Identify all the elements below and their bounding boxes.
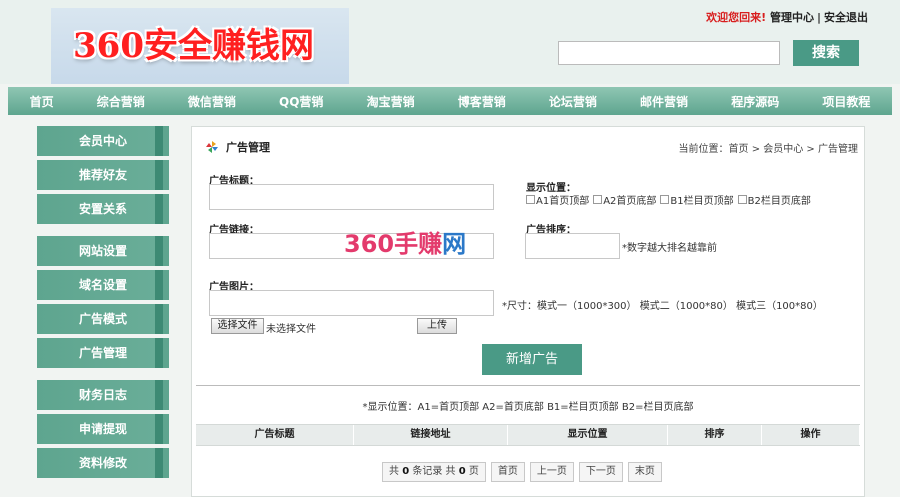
position-option-b2: B2栏目页底部 — [747, 196, 811, 207]
prev-page-button[interactable]: 上一页 — [529, 462, 574, 482]
nav-item-forum-marketing[interactable]: 论坛营销 — [543, 93, 603, 110]
welcome-text: 欢迎您回来! — [706, 11, 767, 24]
page-header: 360安全赚钱网 欢迎您回来! 管理中心 | 安全退出 搜索 — [0, 0, 900, 84]
ad-image-input[interactable] — [209, 290, 494, 316]
separator: | — [816, 11, 821, 24]
column-header-sort: 排序 — [668, 425, 762, 445]
nav-item-wechat-marketing[interactable]: 微信营销 — [182, 93, 242, 110]
sidebar-item-domain-settings[interactable]: 域名设置 — [37, 270, 169, 300]
sidebar-item-site-settings[interactable]: 网站设置 — [37, 236, 169, 266]
nav-item-blog-marketing[interactable]: 博客营销 — [452, 93, 512, 110]
size-hint: *尺寸：模式一（1000*300） 模式二（1000*80） 模式三（100*8… — [502, 301, 823, 312]
column-header-link: 链接地址 — [354, 425, 508, 445]
position-option-b1: B1栏目页顶部 — [670, 196, 734, 207]
nav-item-taobao-marketing[interactable]: 淘宝营销 — [361, 93, 421, 110]
record-count: 0 — [402, 466, 410, 477]
sort-input[interactable] — [525, 233, 620, 259]
sidebar-item-profile-edit[interactable]: 资料修改 — [37, 448, 169, 478]
position-checkbox-a2[interactable] — [593, 195, 603, 204]
sidebar-item-member-center[interactable]: 会员中心 — [37, 126, 169, 156]
main-nav: 首页 综合营销 微信营销 QQ营销 淘宝营销 博客营销 论坛营销 邮件营销 程序… — [8, 87, 892, 115]
breadcrumb: 当前位置：首页 > 会员中心 > 广告管理 — [678, 144, 858, 155]
upload-button[interactable]: 上传 — [417, 318, 457, 334]
panel-title-text: 广告管理 — [226, 141, 270, 154]
position-legend: *显示位置：A1=首页顶部 A2=首页底部 B1=栏目页顶部 B2=栏目页底部 — [362, 402, 694, 413]
site-logo: 360安全赚钱网 — [73, 26, 314, 66]
nav-item-tutorials[interactable]: 项目教程 — [816, 93, 876, 110]
sidebar-item-ad-management[interactable]: 广告管理 — [37, 338, 169, 368]
no-file-text: 未选择文件 — [266, 324, 316, 335]
position-option-a2: A2首页底部 — [603, 196, 657, 207]
watermark-text: 360手赚 — [344, 230, 443, 258]
logout-link[interactable]: 安全退出 — [824, 11, 868, 24]
pager-summary-mid: 条记录 共 — [412, 466, 456, 477]
pager-summary-prefix: 共 — [389, 466, 399, 477]
sidebar-item-finance-log[interactable]: 财务日志 — [37, 380, 169, 410]
last-page-button[interactable]: 末页 — [627, 462, 662, 482]
logo-banner[interactable]: 360安全赚钱网 — [51, 8, 349, 84]
search-input[interactable] — [558, 41, 780, 65]
nav-item-email-marketing[interactable]: 邮件营销 — [634, 93, 694, 110]
sort-hint: *数字越大排名越靠前 — [622, 243, 717, 254]
nav-item-home[interactable]: 首页 — [24, 93, 60, 110]
position-checkbox-b1[interactable] — [660, 195, 670, 204]
sidebar-item-withdraw[interactable]: 申请提现 — [37, 414, 169, 444]
ad-title-input[interactable] — [209, 184, 494, 210]
position-option-a1: A1首页顶部 — [536, 196, 590, 207]
panel-title: 广告管理 — [206, 139, 270, 155]
sidebar-item-ad-mode[interactable]: 广告模式 — [37, 304, 169, 334]
add-ad-button[interactable]: 新增广告 — [482, 344, 582, 375]
nav-item-general-marketing[interactable]: 综合营销 — [91, 93, 151, 110]
ad-table-header: 广告标题 链接地址 显示位置 排序 操作 — [196, 424, 860, 446]
search-button[interactable]: 搜索 — [793, 40, 859, 66]
nav-item-source-code[interactable]: 程序源码 — [725, 93, 785, 110]
choose-file-button[interactable]: 选择文件 — [211, 318, 264, 334]
watermark-text-blue: 网 — [442, 230, 467, 258]
pinwheel-icon — [206, 141, 218, 153]
column-header-actions: 操作 — [762, 425, 860, 445]
ad-management-panel: 广告管理 当前位置：首页 > 会员中心 > 广告管理 广告标题： 显示位置： A… — [191, 126, 865, 497]
column-header-position: 显示位置 — [508, 425, 668, 445]
top-links: 欢迎您回来! 管理中心 | 安全退出 — [706, 9, 868, 25]
position-options: A1首页顶部 A2首页底部 B1栏目页顶部 B2栏目页底部 — [526, 192, 815, 207]
first-page-button[interactable]: 首页 — [490, 462, 525, 482]
column-header-title: 广告标题 — [196, 425, 354, 445]
nav-item-qq-marketing[interactable]: QQ营销 — [273, 93, 329, 110]
pagination: 共 0 条记录 共 0 页 首页 上一页 下一页 末页 — [382, 462, 667, 482]
watermark-logo: 360手赚网 — [344, 224, 466, 259]
divider — [196, 385, 860, 386]
position-checkbox-a1[interactable] — [526, 195, 535, 204]
sidebar-item-placement[interactable]: 安置关系 — [37, 194, 169, 224]
pager-summary-suffix: 页 — [468, 466, 479, 477]
member-center-link[interactable]: 管理中心 — [770, 11, 814, 24]
next-page-button[interactable]: 下一页 — [578, 462, 623, 482]
sidebar-item-recommend-friends[interactable]: 推荐好友 — [37, 160, 169, 190]
position-checkbox-b2[interactable] — [737, 195, 747, 204]
page-count: 0 — [458, 466, 466, 477]
pager-summary: 共 0 条记录 共 0 页 — [382, 462, 486, 482]
